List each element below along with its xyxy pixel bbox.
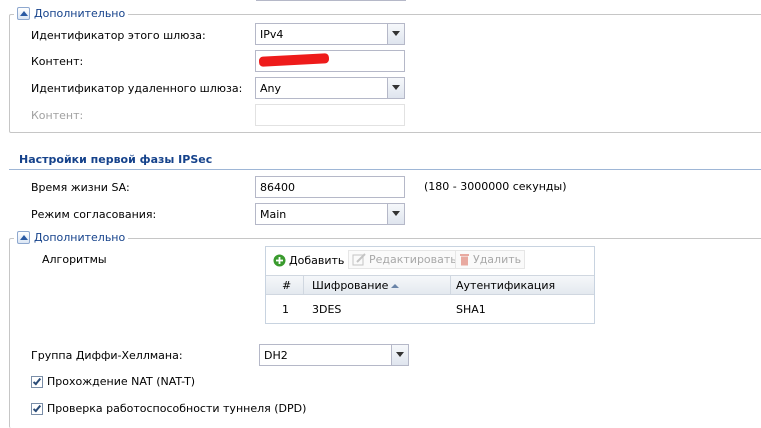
check-icon — [32, 403, 42, 413]
chevron-down-icon[interactable] — [387, 78, 404, 98]
edit-button[interactable]: Редактировать — [348, 250, 461, 269]
gateway-id-select[interactable]: IPv4 — [255, 23, 405, 45]
advanced-legend-text: Дополнительно — [34, 231, 126, 244]
sort-asc-icon — [391, 283, 400, 288]
row-number: 1 — [282, 303, 289, 316]
check-icon — [32, 376, 42, 386]
collapse-up-icon[interactable] — [17, 7, 30, 20]
top-advanced-legend: Дополнительно — [14, 7, 129, 20]
phase1-divider — [9, 169, 761, 170]
col-header-number[interactable]: # — [282, 279, 291, 292]
content-label: Контент: — [31, 55, 84, 68]
row-encryption: 3DES — [312, 303, 342, 316]
col-header-auth[interactable]: Аутентификация — [456, 279, 555, 292]
delete-button[interactable]: Удалить — [455, 250, 526, 269]
collapse-up-icon[interactable] — [17, 231, 30, 244]
chevron-down-icon[interactable] — [391, 345, 408, 365]
remote-content-label: Контент: — [31, 109, 84, 122]
sa-lifetime-input[interactable]: 86400 — [255, 176, 405, 198]
algorithms-grid: Добавить Редактировать Удалить # Шифрова… — [265, 246, 595, 324]
add-icon — [273, 254, 286, 267]
remote-content-input[interactable] — [255, 104, 405, 126]
table-row[interactable]: 1 3DES SHA1 — [266, 296, 594, 322]
algorithms-label: Алгоритмы — [42, 253, 107, 266]
sa-lifetime-hint: (180 - 3000000 секунды) — [424, 180, 567, 193]
dh-group-value: DH2 — [264, 349, 288, 362]
phase1-title: Настройки первой фазы IPSec — [19, 153, 213, 166]
edit-icon — [352, 253, 366, 266]
dpd-label[interactable]: Проверка работоспособности туннеля (DPD) — [47, 402, 306, 415]
delete-button-label: Удалить — [473, 253, 522, 266]
nat-t-label[interactable]: Прохождение NAT (NAT-T) — [47, 375, 195, 388]
cut-off-field — [256, 0, 406, 1]
add-button[interactable]: Добавить — [270, 251, 347, 270]
nat-t-checkbox[interactable] — [31, 376, 43, 388]
sa-lifetime-label: Время жизни SA: — [31, 181, 130, 194]
gateway-id-label: Идентификатор этого шлюза: — [31, 29, 206, 42]
edit-button-label: Редактировать — [369, 253, 457, 266]
remote-id-value: Any — [260, 82, 282, 95]
dh-group-label: Группа Диффи-Хеллмана: — [31, 349, 183, 362]
remote-id-select[interactable]: Any — [255, 77, 405, 99]
negotiation-select[interactable]: Main — [255, 203, 405, 225]
row-auth: SHA1 — [456, 303, 486, 316]
chevron-down-icon[interactable] — [387, 204, 404, 224]
negotiation-label: Режим согласования: — [31, 208, 157, 221]
remote-id-label: Идентификатор удаленного шлюза: — [31, 82, 243, 95]
col-divider — [450, 275, 451, 295]
col-divider — [303, 275, 304, 295]
add-button-label: Добавить — [289, 254, 345, 267]
advanced-legend: Дополнительно — [14, 231, 129, 244]
gateway-id-value: IPv4 — [260, 28, 284, 41]
col-header-encryption-label: Шифрование — [312, 279, 389, 292]
top-advanced-legend-text: Дополнительно — [34, 7, 126, 20]
col-header-encryption[interactable]: Шифрование — [312, 279, 400, 292]
dh-group-select[interactable]: DH2 — [259, 344, 409, 366]
chevron-down-icon[interactable] — [387, 24, 404, 44]
negotiation-value: Main — [260, 208, 287, 221]
trash-icon — [460, 254, 469, 266]
dpd-checkbox[interactable] — [31, 403, 43, 415]
